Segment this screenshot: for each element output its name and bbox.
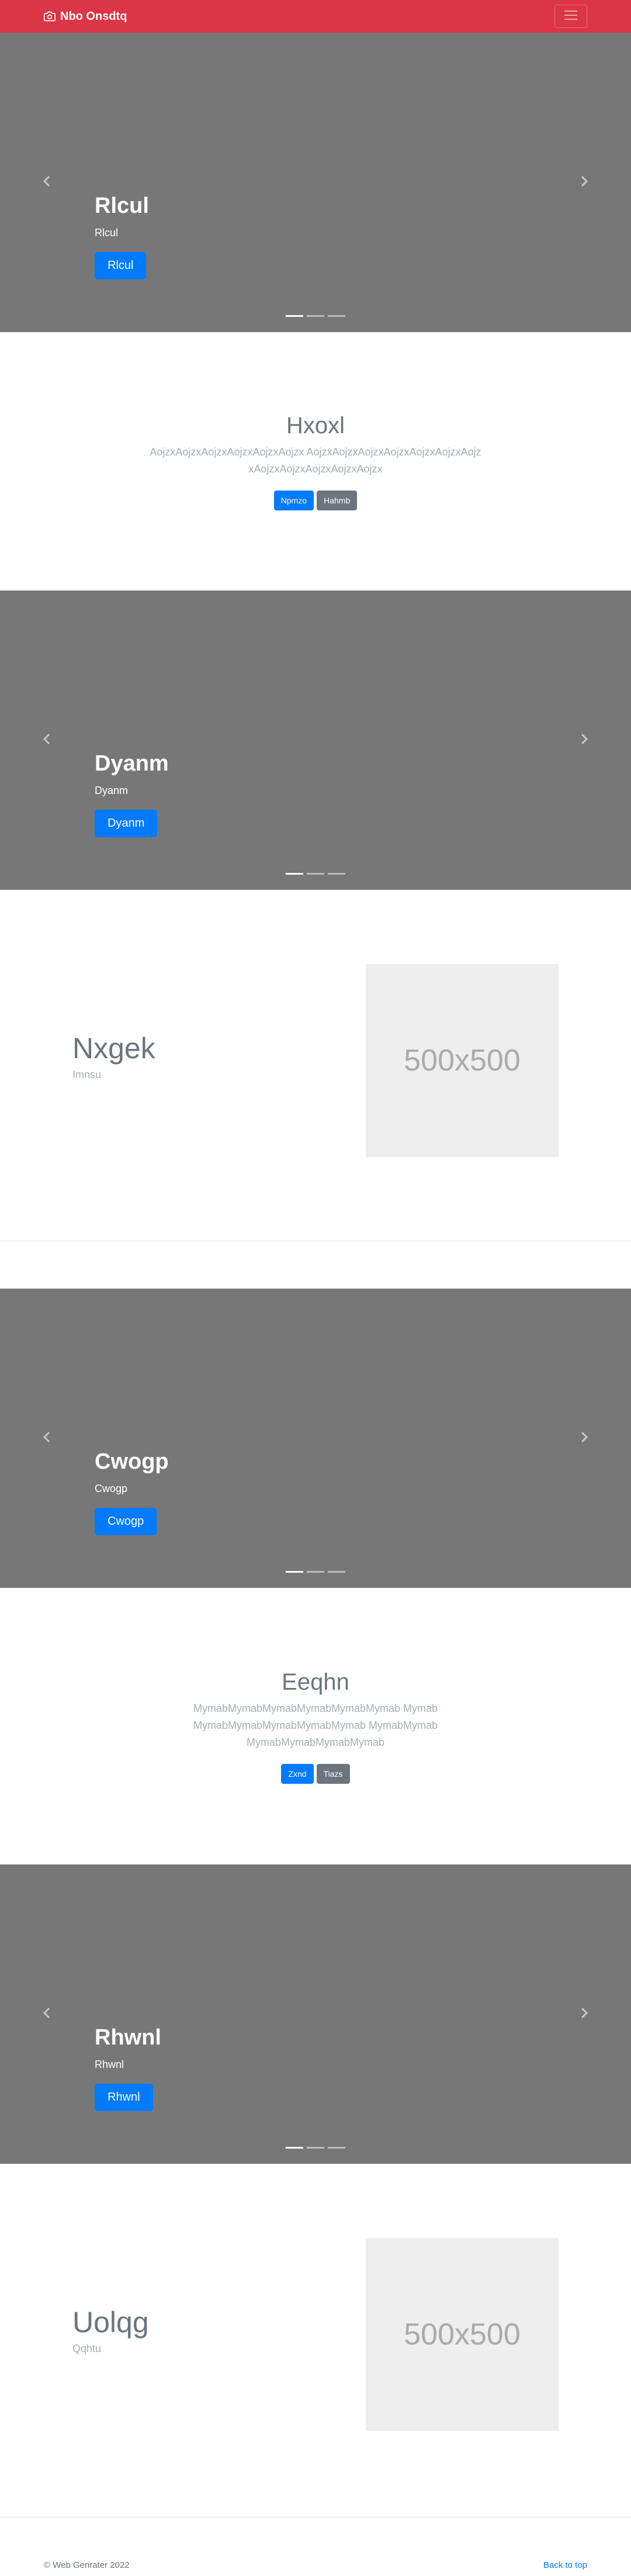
section-text: MymabMymabMymabMymabMymabMymab MymabMyma…: [193, 1702, 438, 1748]
carousel: Rhwnl Rhwnl Rhwnl: [0, 1864, 631, 2164]
carousel-next-button[interactable]: [573, 1427, 596, 1450]
chevron-right-icon: [580, 1431, 589, 1446]
carousel-indicator[interactable]: [307, 1571, 324, 1573]
chevron-left-icon: [42, 733, 51, 748]
carousel-button[interactable]: Rlcul: [95, 252, 147, 279]
carousel-indicators: [0, 1571, 631, 1573]
secondary-button[interactable]: Tiazs: [316, 1763, 350, 1784]
chevron-right-icon: [580, 2007, 589, 2022]
carousel-text: Rhwnl: [95, 2059, 124, 2070]
carousel-indicator[interactable]: [286, 315, 303, 317]
feature-title: Uolqg: [72, 2306, 149, 2339]
carousel-indicators: [0, 873, 631, 875]
chevron-left-icon: [42, 1431, 51, 1446]
hero-section: Eeqhn MymabMymabMymabMymabMymabMymab Mym…: [0, 1588, 631, 1864]
carousel-text: Rlcul: [95, 227, 119, 239]
carousel-title: Cwogp: [95, 1449, 169, 1474]
carousel-caption: Rhwnl Rhwnl Rhwnl: [95, 2025, 161, 2111]
carousel: Cwogp Cwogp Cwogp: [0, 1289, 631, 1588]
carousel-indicator[interactable]: [286, 1571, 303, 1573]
primary-button[interactable]: Npmzo: [273, 490, 314, 510]
feature-text: Uolqg Qqhtu: [72, 2305, 149, 2355]
carousel-indicators: [0, 315, 631, 317]
carousel-indicator[interactable]: [328, 1571, 345, 1573]
carousel-indicator[interactable]: [328, 873, 345, 875]
carousel-caption: Cwogp Cwogp Cwogp: [95, 1449, 169, 1535]
carousel-next-button[interactable]: [573, 2002, 596, 2026]
carousel-caption: Rlcul Rlcul Rlcul: [95, 194, 149, 279]
feature-title: Nxgek: [72, 1032, 155, 1065]
back-to-top-link[interactable]: Back to top: [543, 2560, 587, 2570]
carousel-prev-button[interactable]: [35, 728, 58, 752]
carousel-indicator[interactable]: [286, 2147, 303, 2149]
carousel-button[interactable]: Rhwnl: [95, 2084, 153, 2111]
section-title: Hxoxl: [286, 412, 345, 438]
carousel-prev-button[interactable]: [35, 171, 58, 194]
carousel: Rlcul Rlcul Rlcul: [0, 33, 631, 332]
feature-section: Uolqg Qqhtu 500x500: [0, 2164, 631, 2517]
navbar-toggler-button[interactable]: [554, 5, 587, 28]
carousel-text: Dyanm: [95, 785, 129, 796]
carousel-prev-button[interactable]: [35, 2002, 58, 2026]
carousel-title: Rhwnl: [95, 2025, 161, 2050]
chevron-right-icon: [580, 733, 589, 748]
carousel-indicator[interactable]: [307, 315, 324, 317]
carousel-button[interactable]: Cwogp: [95, 1508, 157, 1535]
carousel-title: Rlcul: [95, 194, 149, 218]
image-placeholder: 500x500: [366, 964, 559, 1157]
section-title: Eeqhn: [282, 1669, 349, 1695]
brand-name: Nbo Onsdtq: [60, 9, 127, 23]
carousel-prev-button[interactable]: [35, 1427, 58, 1450]
carousel: Dyanm Dyanm Dyanm: [0, 591, 631, 890]
carousel-indicator[interactable]: [307, 873, 324, 875]
feature-subtitle: Imnsu: [72, 1069, 102, 1080]
carousel-next-button[interactable]: [573, 171, 596, 194]
carousel-button[interactable]: Dyanm: [95, 810, 158, 837]
footer-copyright: © Web Genrater 2022: [44, 2560, 130, 2570]
carousel-text: Cwogp: [95, 1483, 128, 1494]
navbar-brand[interactable]: Nbo Onsdtq: [44, 10, 127, 23]
carousel-indicators: [0, 2147, 631, 2149]
feature-subtitle: Qqhtu: [72, 2343, 102, 2354]
hero-section: Hxoxl AojzxAojzxAojzxAojzxAojzxAojzx Aoj…: [0, 332, 631, 591]
chevron-left-icon: [42, 175, 51, 190]
primary-button[interactable]: Zxnd: [281, 1763, 314, 1784]
feature-section: Nxgek Imnsu 500x500: [0, 890, 631, 1241]
camera-icon: [44, 11, 56, 22]
secondary-button[interactable]: Hahmb: [317, 490, 358, 510]
carousel-indicator[interactable]: [286, 873, 303, 875]
carousel-indicator[interactable]: [328, 315, 345, 317]
section-buttons: Npmzo Hahmb: [273, 490, 358, 510]
section-text: AojzxAojzxAojzxAojzxAojzxAojzx AojzxAojz…: [150, 446, 481, 475]
chevron-right-icon: [580, 175, 589, 190]
section-buttons: Zxnd Tiazs: [281, 1763, 350, 1784]
carousel-next-button[interactable]: [573, 728, 596, 752]
feature-text: Nxgek Imnsu: [72, 1031, 155, 1081]
navbar: Nbo Onsdtq: [0, 0, 631, 33]
carousel-caption: Dyanm Dyanm Dyanm: [95, 751, 169, 837]
hamburger-icon: [562, 9, 580, 25]
carousel-indicator[interactable]: [328, 2147, 345, 2149]
carousel-title: Dyanm: [95, 751, 169, 776]
footer: © Web Genrater 2022 Back to top: [0, 2518, 631, 2572]
carousel-indicator[interactable]: [307, 2147, 324, 2149]
chevron-left-icon: [42, 2007, 51, 2022]
image-placeholder: 500x500: [366, 2238, 559, 2431]
